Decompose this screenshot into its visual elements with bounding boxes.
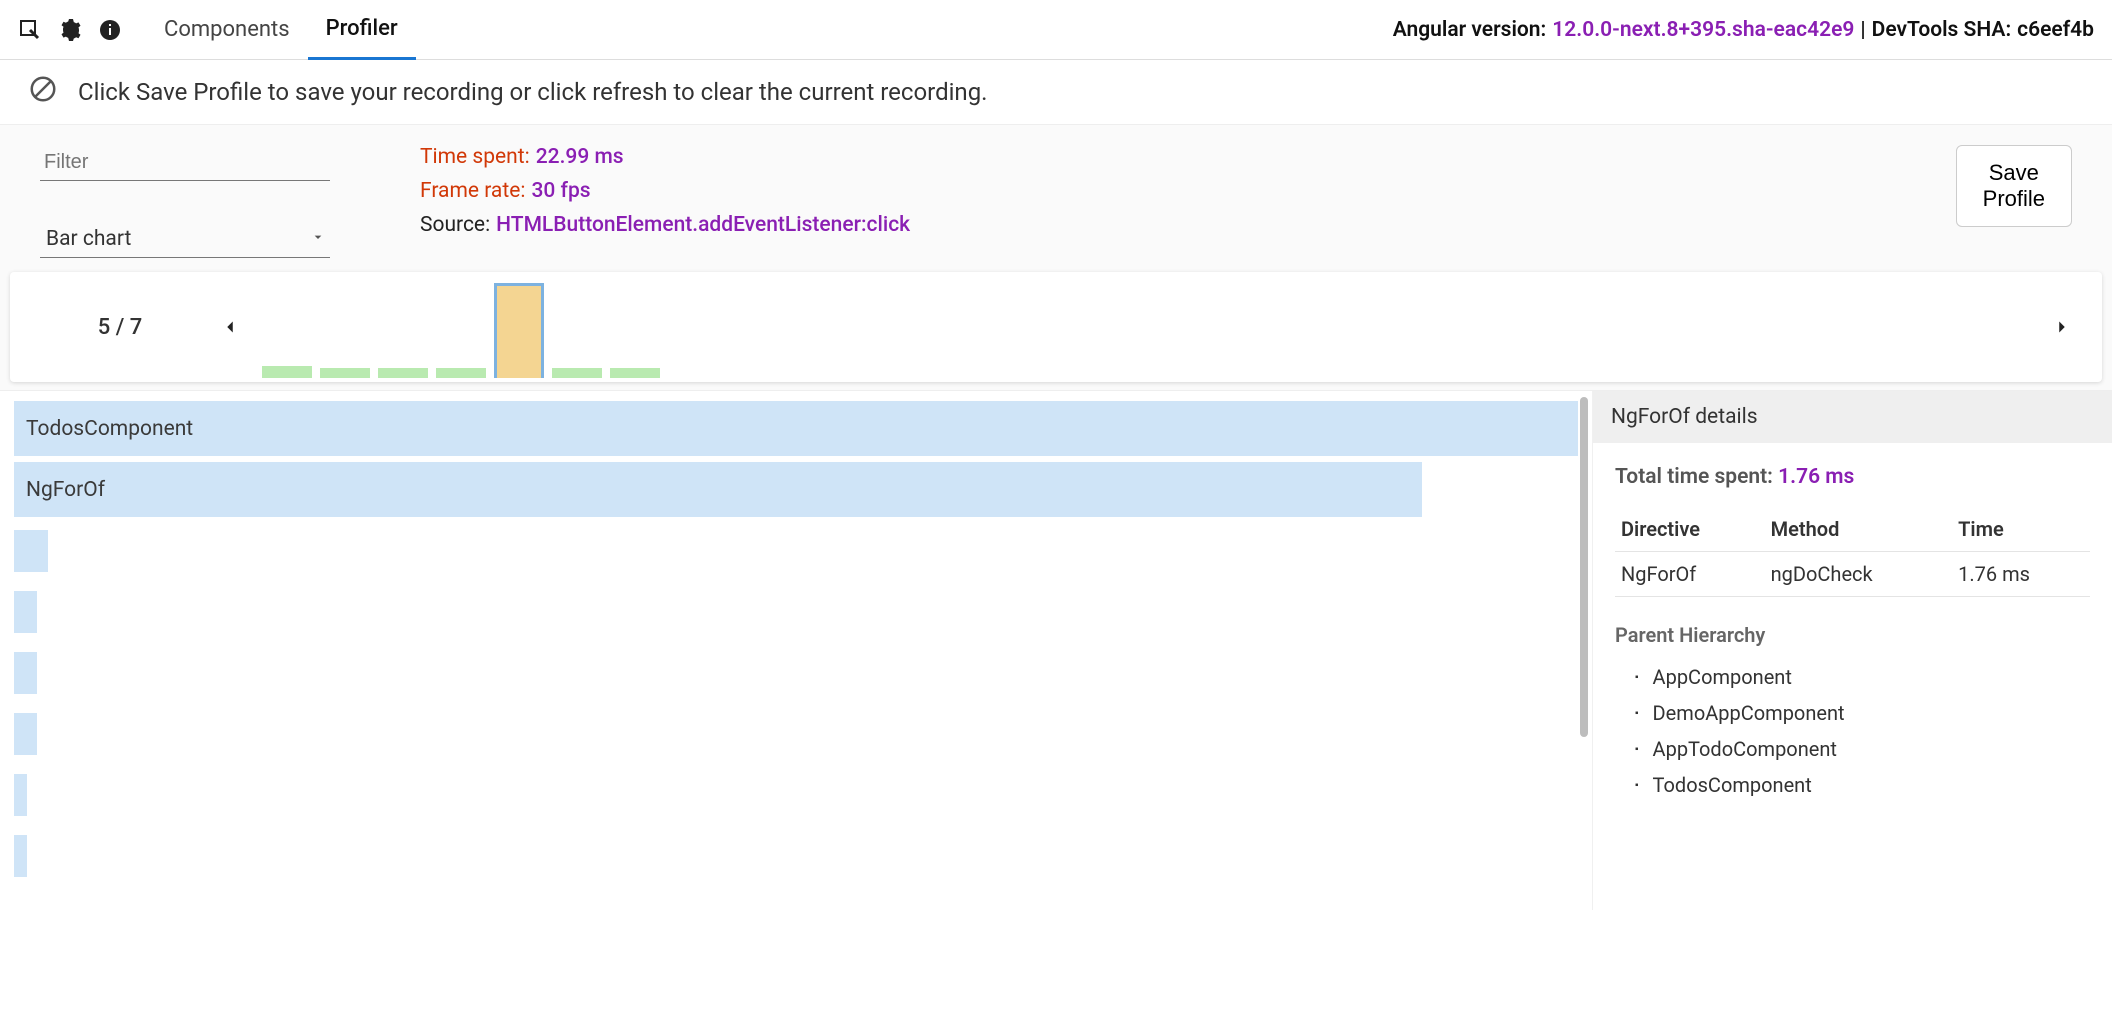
hierarchy-item[interactable]: AppTodoComponent: [1635, 731, 2090, 767]
chart-type-value: Bar chart: [46, 227, 131, 251]
timeline-bar[interactable]: [436, 368, 486, 378]
bar-chart-row: TodosComponent: [0, 401, 1592, 456]
save-profile-button[interactable]: Save Profile: [1956, 145, 2072, 227]
timeline-bar[interactable]: [494, 283, 544, 378]
bar-chart-row: [0, 523, 1592, 578]
timeline: 5 / 7: [10, 272, 2102, 382]
table-cell: 1.76 ms: [1952, 552, 2090, 597]
bar-chart-bar[interactable]: [14, 652, 37, 694]
cancel-icon[interactable]: [28, 74, 58, 110]
bar-chart-row: [0, 584, 1592, 639]
source-label: Source:: [420, 213, 490, 237]
table-header: Method: [1765, 507, 1953, 552]
scrollbar[interactable]: [1580, 397, 1588, 737]
details-panel: NgForOf details Total time spent: 1.76 m…: [1592, 391, 2112, 910]
time-spent-value: 22.99 ms: [536, 145, 624, 169]
timeline-bar[interactable]: [262, 366, 312, 378]
tab-components[interactable]: Components: [146, 0, 308, 60]
next-frame-button[interactable]: [2042, 307, 2082, 347]
bar-chart-bar[interactable]: [14, 591, 37, 633]
total-time-value: 1.76 ms: [1778, 465, 1854, 489]
version-info: Angular version: 12.0.0-next.8+395.sha-e…: [1393, 18, 2102, 42]
timeline-bar[interactable]: [378, 368, 428, 378]
details-header: NgForOf details: [1593, 391, 2112, 443]
info-icon[interactable]: [90, 10, 130, 50]
frame-rate-value: 30 fps: [531, 179, 590, 203]
devtools-sha-label: DevTools SHA:: [1872, 18, 2012, 42]
total-time-label: Total time spent:: [1615, 465, 1773, 489]
bar-chart-panel: TodosComponent NgForOf: [0, 391, 1592, 910]
bar-chart-bar[interactable]: NgForOf: [14, 462, 1422, 517]
toolbar: Components Profiler Angular version: 12.…: [0, 0, 2112, 60]
table-header: Directive: [1615, 507, 1765, 552]
timeline-bar[interactable]: [320, 368, 370, 378]
hierarchy-item[interactable]: DemoAppComponent: [1635, 695, 2090, 731]
version-sep: |: [1860, 18, 1865, 42]
timeline-bar[interactable]: [610, 368, 660, 378]
chevron-down-icon: [310, 227, 326, 251]
hierarchy-title: Parent Hierarchy: [1615, 623, 2090, 647]
frame-stats: Time spent: 22.99 ms Frame rate: 30 fps …: [420, 145, 910, 237]
hierarchy-item[interactable]: AppComponent: [1635, 659, 2090, 695]
bar-chart-bar[interactable]: [14, 713, 37, 755]
directive-table: DirectiveMethodTime NgForOfngDoCheck1.76…: [1615, 507, 2090, 597]
details-body: Total time spent: 1.76 ms DirectiveMetho…: [1593, 443, 2112, 825]
bar-chart-row: [0, 828, 1592, 883]
hierarchy-item[interactable]: TodosComponent: [1635, 767, 2090, 803]
bar-chart-bar[interactable]: TodosComponent: [14, 401, 1578, 456]
table-cell: ngDoCheck: [1765, 552, 1953, 597]
inspect-icon[interactable]: [10, 10, 50, 50]
time-spent-label: Time spent:: [420, 145, 530, 169]
timeline-wrap: 5 / 7: [0, 264, 2112, 390]
source-value: HTMLButtonElement.addEventListener:click: [496, 213, 910, 237]
tab-profiler[interactable]: Profiler: [308, 0, 416, 60]
bar-chart-row: [0, 767, 1592, 822]
bar-chart-row: [0, 645, 1592, 700]
filter-input[interactable]: [40, 145, 330, 181]
hint-bar: Click Save Profile to save your recordin…: [0, 60, 2112, 125]
frame-counter: 5 / 7: [30, 315, 210, 340]
controls-row: Bar chart Time spent: 22.99 ms Frame rat…: [0, 125, 2112, 264]
gear-icon[interactable]: [50, 10, 90, 50]
bar-chart-row: [0, 706, 1592, 761]
bar-chart-bar[interactable]: [14, 835, 27, 877]
table-cell: NgForOf: [1615, 552, 1765, 597]
hint-text: Click Save Profile to save your recordin…: [78, 78, 988, 106]
table-header: Time: [1952, 507, 2090, 552]
prev-frame-button[interactable]: [210, 307, 250, 347]
tabs: Components Profiler: [146, 0, 416, 60]
timeline-bar[interactable]: [552, 368, 602, 378]
ng-version-value: 12.0.0-next.8+395.sha-eac42e9: [1552, 18, 1854, 42]
timeline-bars[interactable]: [250, 272, 2042, 382]
left-controls: Bar chart: [40, 145, 350, 258]
devtools-sha-value: c6eef4b: [2017, 18, 2094, 42]
total-time-line: Total time spent: 1.76 ms: [1615, 465, 2090, 489]
bar-chart-bar[interactable]: [14, 530, 48, 572]
chart-type-select[interactable]: Bar chart: [40, 221, 330, 258]
hierarchy-list: AppComponentDemoAppComponentAppTodoCompo…: [1615, 659, 2090, 803]
bar-chart-row: NgForOf: [0, 462, 1592, 517]
bar-chart-bar[interactable]: [14, 774, 27, 816]
main-split: TodosComponent NgForOf NgForOf details To…: [0, 390, 2112, 910]
table-row: NgForOfngDoCheck1.76 ms: [1615, 552, 2090, 597]
ng-version-label: Angular version:: [1393, 18, 1547, 42]
frame-rate-label: Frame rate:: [420, 179, 525, 203]
